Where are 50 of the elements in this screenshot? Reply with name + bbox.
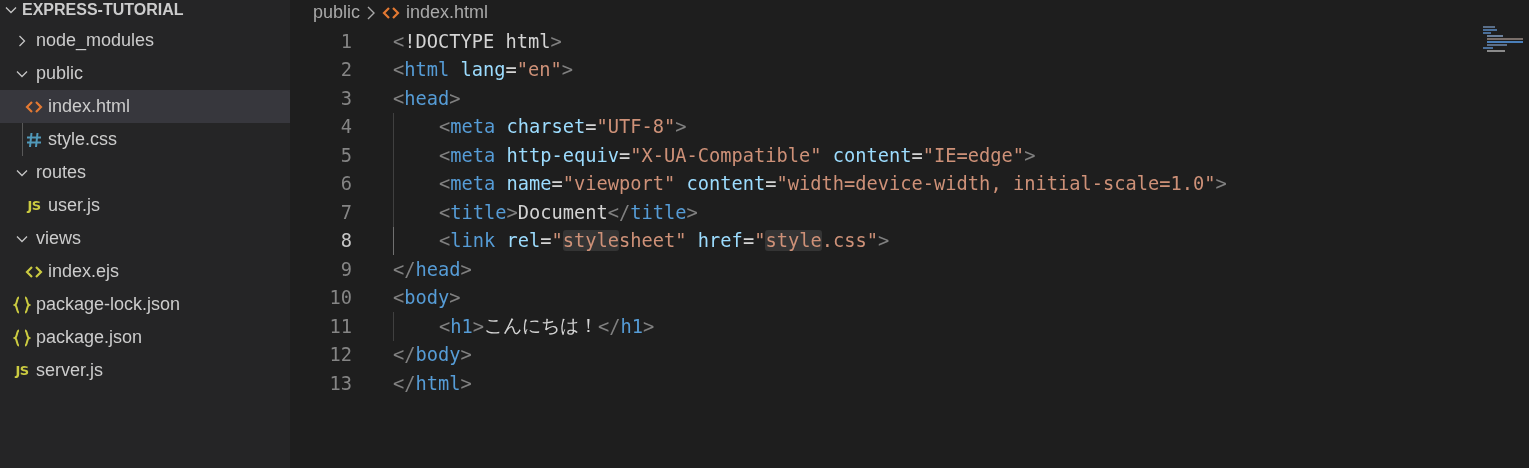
curly-braces-icon <box>13 295 31 314</box>
folder-item[interactable]: routes <box>0 156 290 189</box>
code-line: <title>Document</title> <box>393 198 698 227</box>
file-item[interactable]: index.html <box>0 90 290 123</box>
js-icon: JS <box>15 363 29 378</box>
line-number: 12 <box>328 344 352 366</box>
file-item[interactable]: JS server.js <box>0 354 290 387</box>
file-item[interactable]: package.json <box>0 321 290 354</box>
code-line: </html> <box>393 372 472 394</box>
line-number: 2 <box>339 59 352 81</box>
line-number: 11 <box>328 315 352 337</box>
breadcrumb-item[interactable]: public <box>313 2 361 23</box>
file-item[interactable]: style.css <box>0 123 290 156</box>
line-number: 3 <box>339 87 352 109</box>
line-number: 5 <box>339 144 352 166</box>
line-number: 8 <box>339 230 352 252</box>
chevron-right-icon <box>366 5 377 20</box>
line-number: 9 <box>339 258 352 280</box>
angle-brackets-icon <box>25 264 43 279</box>
code-line: <meta http-equiv="X-UA-Compatible" content="IE=edge"> <box>393 141 1036 170</box>
folder-item[interactable]: node_modules <box>0 24 290 57</box>
line-number: 7 <box>339 201 352 223</box>
code-line: </head> <box>393 258 472 280</box>
code-line: <head> <box>393 87 461 109</box>
code-line: <meta name="viewport" content="width=device-width, initial-scale=1.0"> <box>393 169 1227 198</box>
folder-item[interactable]: public <box>0 57 290 90</box>
folder-item[interactable]: views <box>0 222 290 255</box>
line-number: 10 <box>328 287 352 309</box>
curly-braces-icon <box>13 328 31 347</box>
minimap-drawing <box>1483 26 1523 54</box>
line-number: 6 <box>339 173 352 195</box>
code-line: </body> <box>393 344 472 366</box>
code-line: <body> <box>393 287 461 309</box>
angle-brackets-icon <box>382 5 401 20</box>
code-line: <link rel="stylesheet" href="style.css"> <box>393 226 890 255</box>
file-item[interactable]: JS user.js <box>0 189 290 222</box>
explorer-header[interactable]: EXPRESS-TUTORIAL <box>0 0 290 24</box>
code-line: <h1>こんにちは！</h1> <box>393 312 655 341</box>
line-number: 1 <box>339 30 352 52</box>
hash-icon <box>26 131 42 148</box>
code-line: <html lang="en"> <box>393 59 574 81</box>
angle-brackets-icon <box>25 99 43 114</box>
breadcrumb-item[interactable]: index.html <box>406 2 489 23</box>
line-number: 13 <box>328 372 352 394</box>
code-line: <!DOCTYPE html> <box>393 30 562 52</box>
file-item[interactable]: index.ejs <box>0 255 290 288</box>
code-line: <meta charset="UTF-8"> <box>393 112 687 141</box>
file-item[interactable]: package-lock.json <box>0 288 290 321</box>
js-icon: JS <box>27 198 41 213</box>
line-number: 4 <box>339 116 352 138</box>
